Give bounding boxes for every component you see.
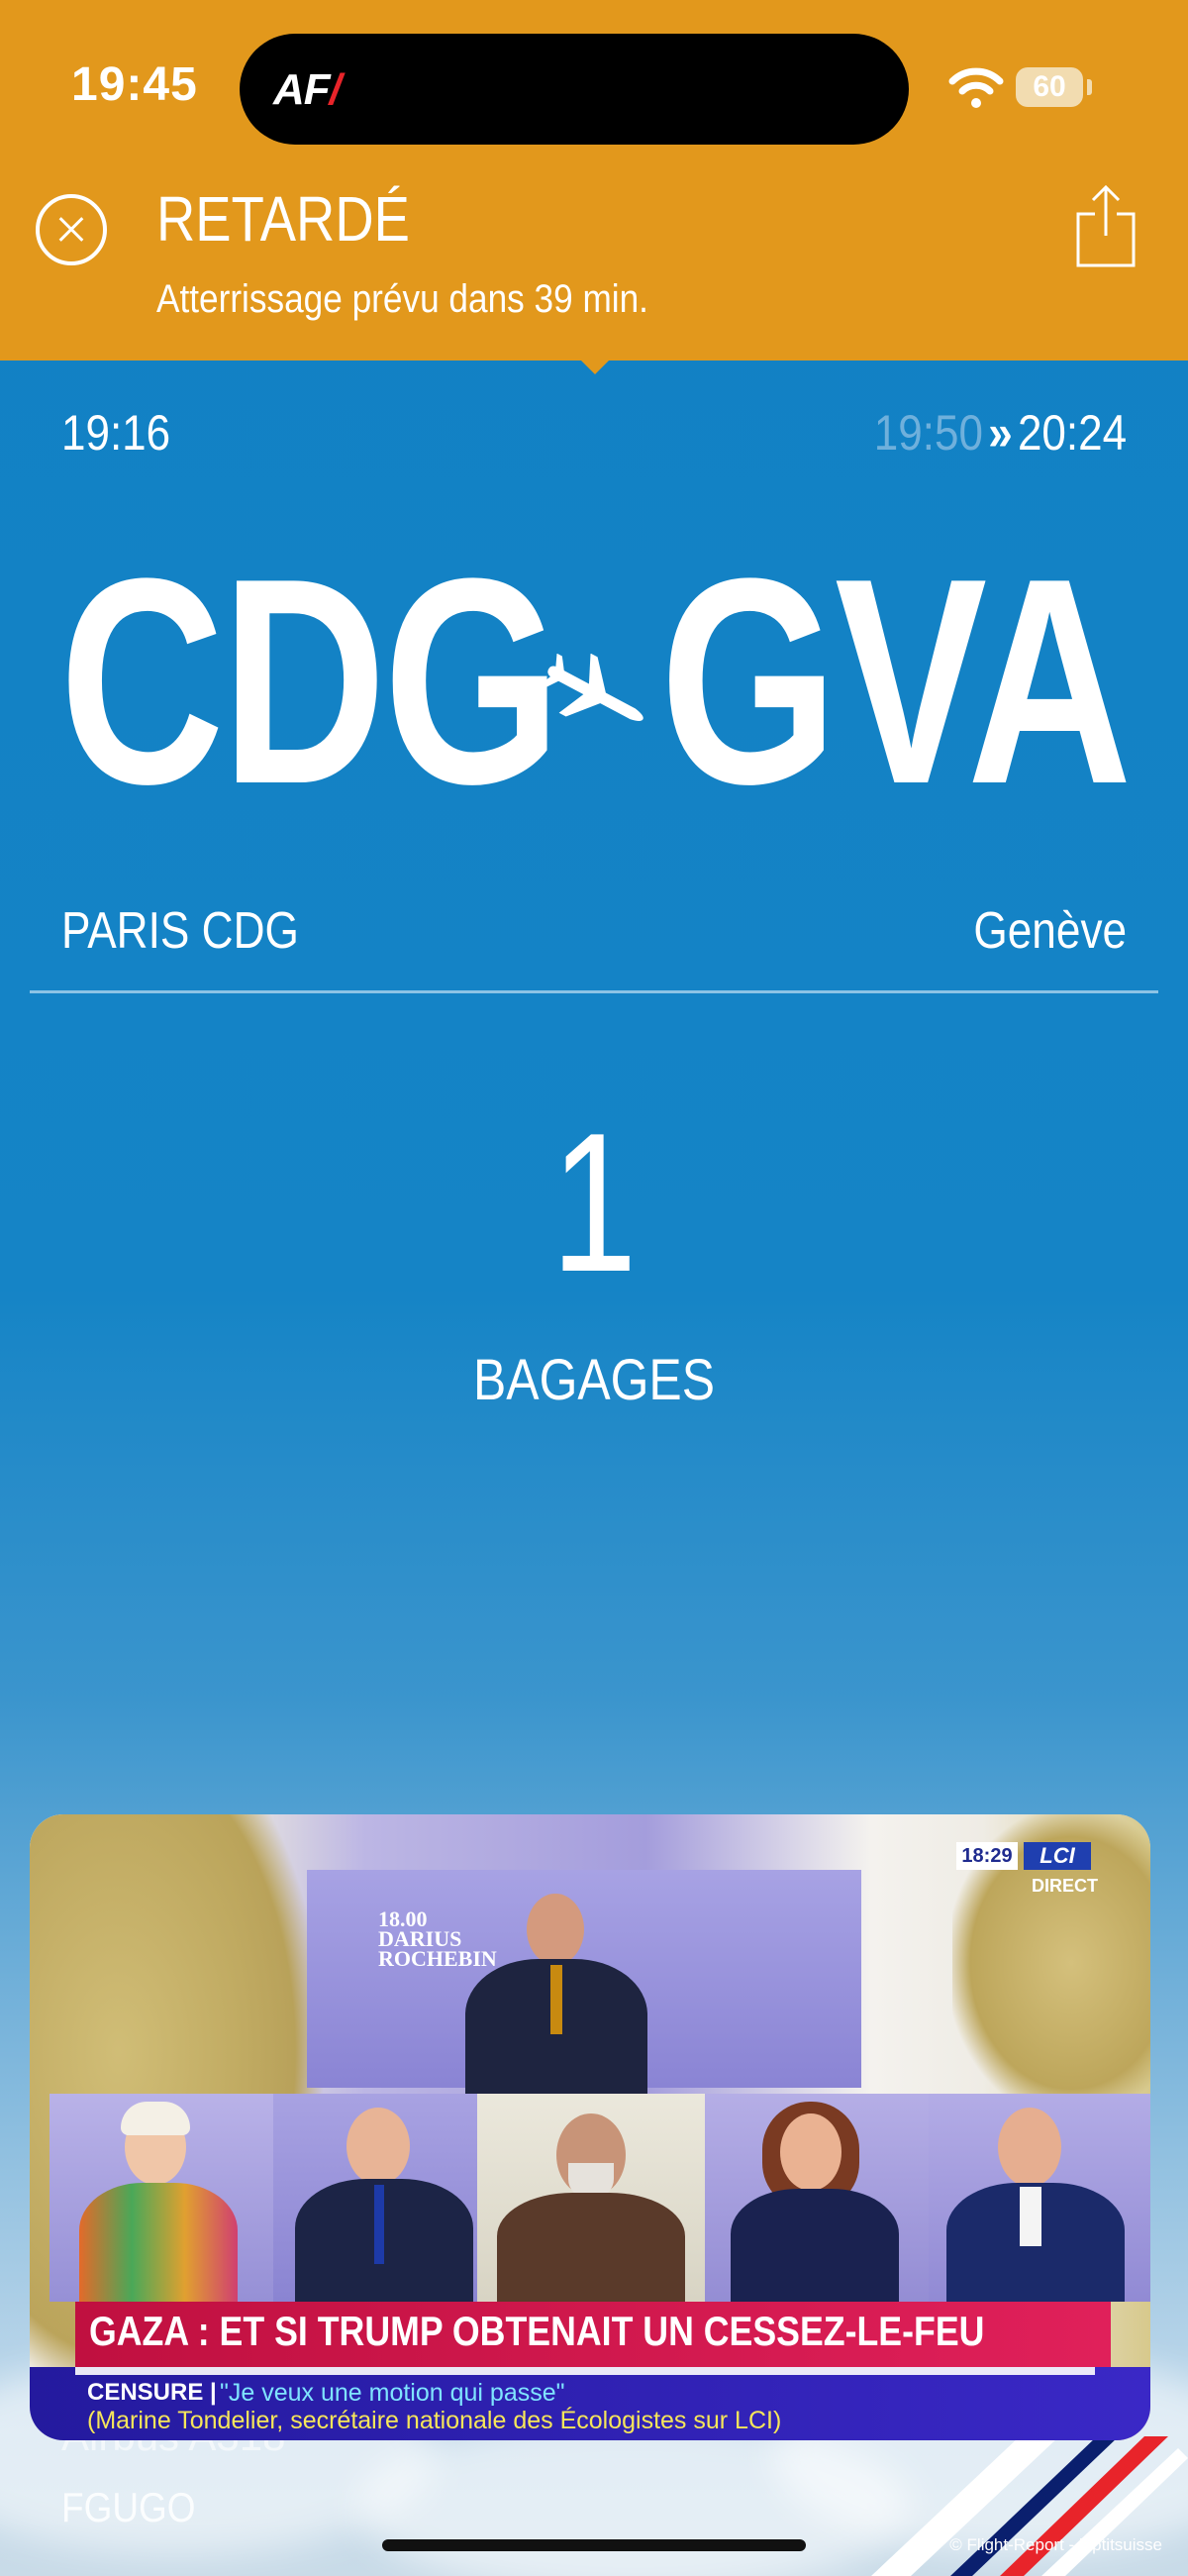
person-head [527,1894,584,1965]
ticker-attribution: (Marine Tondelier, secrétaire nationale … [87,2407,782,2434]
guest-body [731,2189,899,2302]
studio-screen-text: 18.00 DARIUS ROCHEBIN [378,1908,497,1971]
close-icon[interactable] [36,194,107,265]
guest-panel [929,2094,1150,2302]
guest-body [295,2179,473,2302]
battery-tip [1087,79,1092,95]
origin-airport-code: CDG [59,517,561,845]
wifi-icon [948,67,1004,108]
baggage-count: 1 [550,1092,638,1313]
guest-panel [705,2094,929,2302]
guest-panel [273,2094,497,2302]
photo-credit: © Flight-Report - leptitsuisse [949,2535,1162,2554]
picture-in-picture-video[interactable]: 18.00 DARIUS ROCHEBIN 18:29 LCI DIRECT G… [30,1814,1150,2440]
air-france-logo: AF/ [273,65,342,115]
guest-head [346,2108,410,2185]
header-pointer [579,359,611,374]
studio-text-line: ROCHEBIN [378,1946,497,1971]
guest-hair [121,2102,190,2135]
ticker-quote: "Je veux une motion qui passe" [220,2379,565,2407]
destination-airport-code: GVA [659,517,1132,845]
arrival-separator: » [988,405,1013,461]
af-logo-text: AF [273,65,331,114]
af-logo-slash: / [329,65,342,114]
scheduled-arrival-time: 19:50 [873,405,983,461]
live-label: DIRECT [1032,1876,1098,1896]
ticker-tag: CENSURE | [87,2379,217,2406]
departure-time: 19:16 [61,405,171,461]
landing-estimate: Atterrissage prévu dans 39 min. [156,277,648,321]
origin-city: PARIS CDG [61,902,299,960]
flight-status: RETARDÉ [156,183,410,255]
tie [550,1965,562,2034]
guest-body [79,2183,238,2302]
guest-head [780,2113,842,2191]
airplane-icon [540,654,644,721]
home-indicator[interactable] [382,2539,806,2551]
divider [30,990,1158,993]
estimated-arrival-time: 20:24 [1017,405,1127,461]
arrival-times: 19:50» 20:24 [874,404,1127,462]
lci-logo: LCI [1024,1842,1091,1870]
aircraft-registration: FGUGO [61,2484,196,2530]
flight-screen: 19:45 AF/ 60 RETARDÉ Atterrissage prévu … [0,0,1188,2576]
baggage-label: BAGAGES [473,1348,715,1412]
guest-panel [477,2094,705,2302]
headline-text: GAZA : ET SI TRUMP OBTENAIT UN CESSEZ-LE… [89,2308,985,2354]
share-icon[interactable] [1075,184,1137,269]
guest-head [998,2108,1061,2187]
tie [374,2185,384,2264]
status-bar-time: 19:45 [71,58,198,111]
broadcast-clock: 18:29 [956,1842,1018,1870]
destination-city: Genève [973,902,1127,960]
shirt [1020,2187,1041,2246]
battery-indicator: 60 [1016,67,1083,107]
guest-panel [50,2094,273,2302]
ticker-divider [75,2367,1095,2375]
guest-body [497,2193,685,2302]
